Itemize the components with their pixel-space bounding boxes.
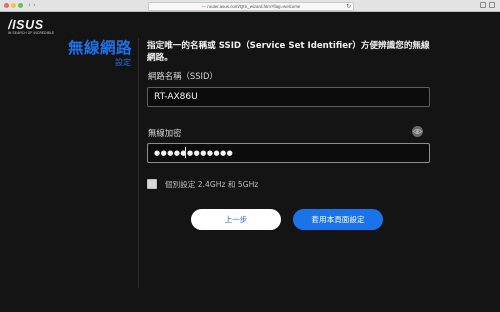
tabs-icon[interactable] [489, 2, 495, 8]
asus-logo-text: /ISUS [8, 19, 44, 30]
address-url: — router.asus.com/QIS_wizard.htm?flag=we… [202, 4, 301, 9]
ssid-label: 網路名稱（SSID） [148, 71, 218, 81]
minimize-window-icon[interactable] [11, 3, 16, 8]
page-title: 無線網路 [67, 39, 132, 57]
ssid-input[interactable] [147, 87, 430, 107]
share-icon[interactable] [480, 2, 486, 8]
browser-toolbar: ‹ › — router.asus.com/QIS_wizard.htm?fla… [0, 0, 500, 12]
back-forward-icon[interactable]: ‹ › [28, 1, 36, 10]
left-panel: /ISUS IN SEARCH OF INCREDIBLE 無線網路 設定 [0, 12, 134, 312]
setup-page: /ISUS IN SEARCH OF INCREDIBLE 無線網路 設定 指定… [0, 12, 500, 312]
previous-button[interactable]: 上一步 [191, 209, 281, 230]
close-window-icon[interactable] [4, 3, 9, 8]
asus-logo-mark: /ISUS [8, 19, 44, 30]
page-subtitle: 設定 [115, 58, 131, 67]
text-cursor [185, 147, 186, 158]
divider [138, 38, 139, 288]
url-text: router.asus.com/QIS_wizard.htm?flag=welc… [207, 4, 301, 9]
asus-logo: /ISUS IN SEARCH OF INCREDIBLE [8, 19, 54, 35]
page-description: 指定唯一的名稱或 SSID（Service Set Identifier）方便辨… [147, 41, 430, 63]
reload-icon[interactable]: ↻ [346, 3, 351, 10]
apply-settings-button[interactable]: 套用本頁面設定 [293, 209, 383, 230]
eye-icon-glyph [413, 129, 422, 134]
asus-tagline: IN SEARCH OF INCREDIBLE [8, 31, 55, 35]
password-input[interactable] [147, 143, 430, 163]
eye-icon[interactable] [412, 126, 423, 137]
address-bar[interactable]: — router.asus.com/QIS_wizard.htm?flag=we… [148, 2, 354, 11]
encryption-label: 無線加密 [148, 128, 182, 138]
maximize-window-icon[interactable] [18, 3, 23, 8]
separate-bands-checkbox[interactable] [147, 179, 157, 189]
separate-bands-label: 個別設定 2.4GHz 和 5GHz [165, 180, 259, 189]
